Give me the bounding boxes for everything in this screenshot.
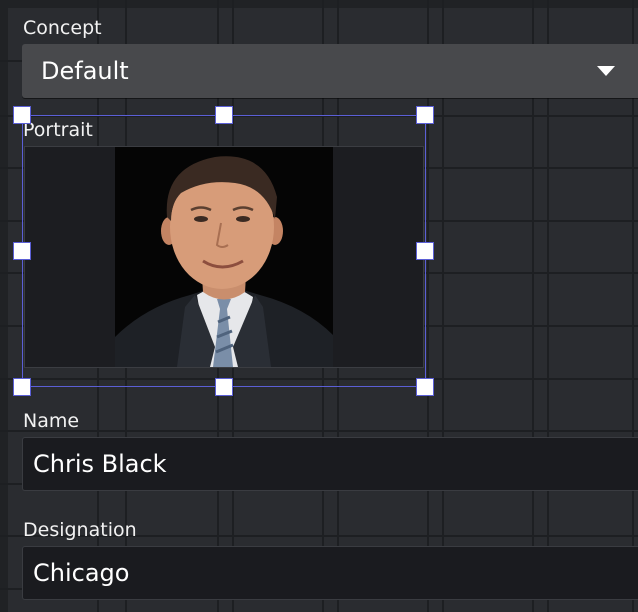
portrait-image (115, 147, 333, 367)
grid-line (0, 430, 638, 432)
portrait-photo[interactable] (115, 147, 333, 367)
resize-handle-bottom-right[interactable] (416, 378, 434, 396)
resize-handle-left[interactable] (13, 242, 31, 260)
concept-selected-value: Default (41, 57, 129, 85)
name-label: Name (23, 410, 80, 432)
resize-handle-bottom[interactable] (215, 378, 233, 396)
grid-line (0, 378, 638, 380)
resize-handle-top-left[interactable] (13, 106, 31, 124)
resize-handle-top[interactable] (215, 106, 233, 124)
designation-field[interactable] (22, 546, 638, 600)
canvas-frame-top (0, 0, 638, 8)
name-input[interactable] (33, 438, 623, 490)
concept-label: Concept (23, 17, 102, 39)
resize-handle-right[interactable] (416, 242, 434, 260)
name-field[interactable] (22, 437, 638, 491)
resize-handle-top-right[interactable] (416, 106, 434, 124)
portrait-label: Portrait (23, 119, 93, 141)
grid-line (0, 115, 638, 117)
designation-label: Designation (23, 519, 137, 541)
resize-handle-bottom-left[interactable] (13, 378, 31, 396)
designation-input[interactable] (33, 547, 623, 599)
canvas-frame-left (0, 0, 8, 612)
concept-dropdown[interactable]: Default (22, 44, 638, 98)
caret-down-icon[interactable] (597, 66, 615, 76)
